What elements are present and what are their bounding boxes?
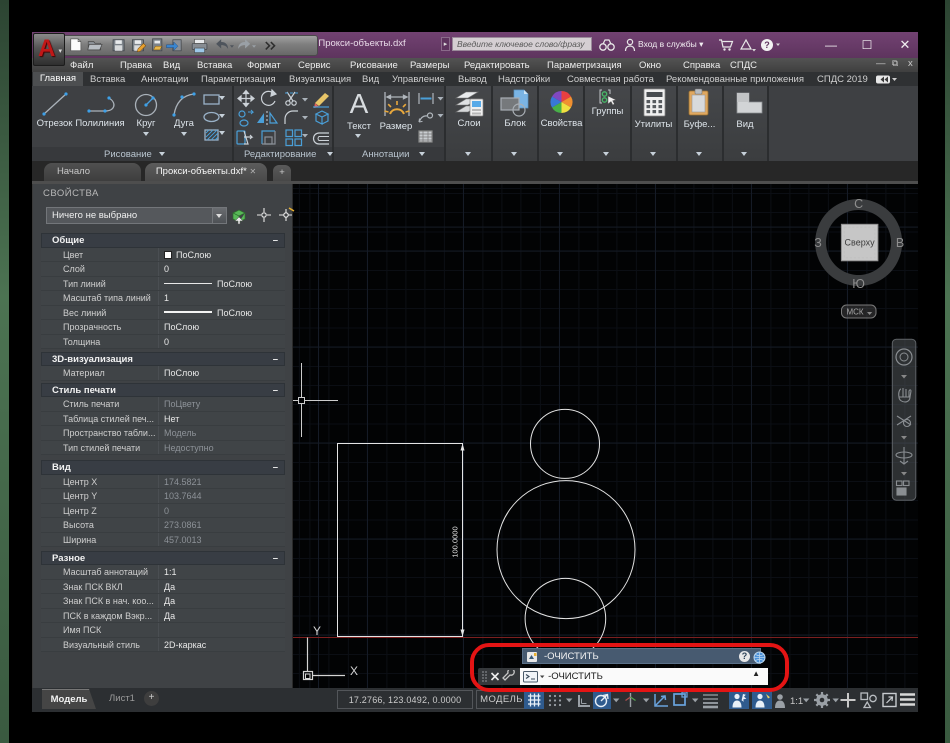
svg-text:В: В [896, 236, 904, 250]
svg-text:1:1: 1:1 [790, 696, 803, 707]
svg-text:X: X [350, 664, 358, 678]
svg-text:Ю: Ю [852, 277, 865, 291]
svg-text:100.0000: 100.0000 [451, 526, 460, 557]
svg-text:?: ? [764, 40, 770, 50]
svg-text:Y: Y [313, 624, 321, 638]
svg-text:А: А [350, 88, 369, 119]
svg-text:МСК: МСК [846, 308, 863, 317]
svg-text:З: З [814, 236, 822, 250]
svg-text:С: С [854, 197, 863, 211]
svg-text:Сверху: Сверху [845, 238, 876, 248]
